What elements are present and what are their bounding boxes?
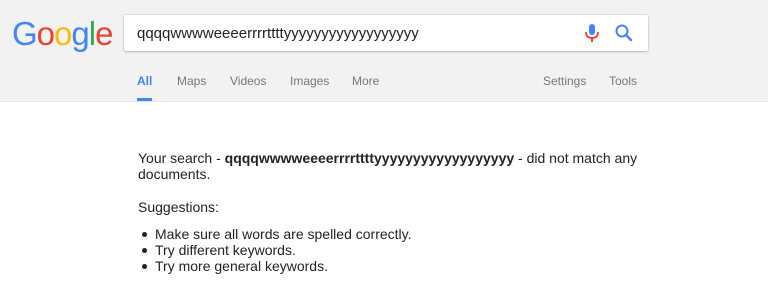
tab-images[interactable]: Images [290, 62, 329, 100]
tab-tools[interactable]: Tools [609, 62, 637, 100]
suggestion-item: Try more general keywords. [142, 258, 658, 274]
suggestions-label: Suggestions: [138, 199, 219, 215]
suggestion-item: Make sure all words are spelled correctl… [142, 226, 658, 242]
google-logo[interactable]: Google [12, 14, 113, 54]
logo-letter: g [71, 15, 89, 52]
magnifier-icon [615, 24, 633, 42]
logo-letter: G [12, 15, 38, 52]
suggestion-item: Try different keywords. [142, 242, 658, 258]
search-header: Google All Maps Videos Images More Setti… [0, 0, 768, 102]
result-query: qqqqwwwweeeerrrrttttyyyyyyyyyyyyyyyyyy [224, 150, 515, 166]
tab-more[interactable]: More [352, 62, 379, 100]
logo-letter: o [36, 15, 55, 52]
tab-videos[interactable]: Videos [230, 62, 266, 100]
tab-settings[interactable]: Settings [543, 62, 586, 100]
search-box [124, 15, 648, 51]
tab-all[interactable]: All [137, 62, 153, 101]
tab-maps[interactable]: Maps [177, 62, 206, 100]
no-results-message: Your search - qqqqwwwweeeerrrrttttyyyyyy… [138, 150, 658, 274]
search-button[interactable] [613, 22, 635, 44]
no-results-text: Your search - qqqqwwwweeeerrrrttttyyyyyy… [138, 150, 658, 182]
result-prefix: Your search - [138, 150, 225, 166]
logo-letter: e [95, 15, 113, 52]
microphone-icon[interactable] [581, 22, 603, 44]
logo-letter: o [54, 15, 72, 52]
search-input[interactable] [137, 15, 577, 51]
suggestions-list: Make sure all words are spelled correctl… [138, 226, 658, 274]
